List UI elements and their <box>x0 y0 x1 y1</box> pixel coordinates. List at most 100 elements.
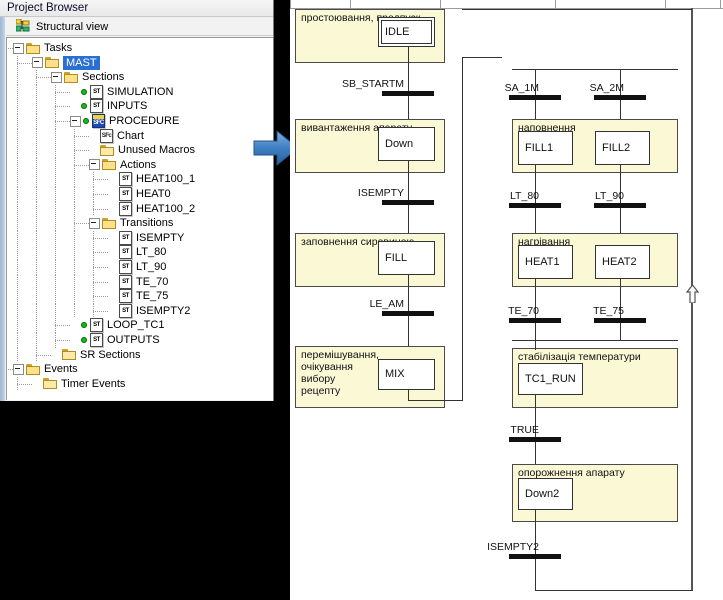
tree-guide-line <box>74 223 89 225</box>
tree-item-tasks[interactable]: Tasks <box>13 41 72 55</box>
tree-guide-line <box>17 84 18 100</box>
structural-view-row[interactable]: Structural view <box>6 18 273 36</box>
sfc-chart-icon: SFc <box>100 128 113 143</box>
tree-item-inputs[interactable]: ST INPUTS <box>70 99 147 114</box>
collapse-icon[interactable] <box>89 159 100 171</box>
transition-bar-le_am[interactable] <box>382 311 434 316</box>
sfc-link <box>535 590 693 591</box>
tree-item-isempty2[interactable]: ST ISEMPTY2 <box>108 303 190 318</box>
tree-item-sections[interactable]: Sections <box>51 70 124 84</box>
macro-caption: перемішування, очікування вибору рецепту <box>301 349 379 397</box>
tree-guide-line <box>93 310 108 312</box>
folder-icon <box>100 144 114 156</box>
tree-item-lt-80[interactable]: ST LT_80 <box>108 245 166 260</box>
st-section-icon: ST <box>90 318 103 333</box>
tree-guide-line <box>93 296 108 298</box>
sfc-step-down[interactable]: Down <box>378 127 435 161</box>
sfc-step-mix[interactable]: MIX <box>378 359 435 390</box>
tree-item-isempty[interactable]: ST ISEMPTY <box>108 230 184 245</box>
tree-guide-line <box>55 325 70 327</box>
sfc-step-tc1_run[interactable]: TC1_RUN <box>518 363 583 395</box>
step-name: FILL <box>385 251 408 264</box>
sfc-step-fill[interactable]: FILL <box>378 241 435 275</box>
tree-item-actions[interactable]: Actions <box>89 158 156 172</box>
tree-guide-line <box>74 289 75 304</box>
tree-guide-line <box>55 274 56 290</box>
transition-label: SB_STARTM <box>341 78 404 90</box>
tree-item-label: MAST <box>63 55 100 70</box>
tree-item-mast[interactable]: MAST <box>32 55 100 70</box>
tree-item-sr-sections[interactable]: SR Sections <box>51 348 141 362</box>
tree-guide-line <box>17 347 18 363</box>
project-browser-panel: Project Browser Structural view Tasks MAS… <box>0 0 274 401</box>
collapse-icon[interactable] <box>51 71 62 83</box>
sfc-step-fill1[interactable]: FILL1 <box>518 131 573 165</box>
tree-item-heat0[interactable]: ST HEAT0 <box>108 187 171 201</box>
project-tree[interactable]: Tasks MAST Sections ST SIMULATION ST INPUTS SFC… <box>6 37 273 400</box>
tree-guide-line <box>74 172 75 187</box>
section-status-dot-icon <box>81 322 87 329</box>
tree-item-loop-tc1[interactable]: ST LOOP_TC1 <box>70 318 164 333</box>
tree-guide-line <box>36 172 37 187</box>
collapse-icon[interactable] <box>89 217 100 229</box>
tree-item-te-75[interactable]: ST TE_75 <box>108 289 168 304</box>
tree-item-label: Sections <box>82 71 125 84</box>
sfc-step-heat2[interactable]: HEAT2 <box>595 245 650 279</box>
sfc-step-down2[interactable]: Down2 <box>518 478 573 510</box>
collapse-icon[interactable] <box>32 57 43 69</box>
folder-open-icon <box>45 57 59 69</box>
tree-item-timer-events[interactable]: Timer Events <box>32 377 125 391</box>
sfc-link <box>462 9 692 10</box>
sfc-step-fill2[interactable]: FILL2 <box>595 131 650 165</box>
tree-guide-line <box>36 143 37 158</box>
tree-item-outputs[interactable]: ST OUTPUTS <box>70 333 160 347</box>
tree-item-procedure[interactable]: SFC PROCEDURE <box>70 114 179 128</box>
tree-guide-line <box>17 201 18 217</box>
ruler-tick <box>350 0 351 8</box>
tree-item-unused-macros[interactable]: Unused Macros <box>89 143 195 157</box>
tree-guide-line <box>17 128 18 144</box>
tree-guide-line <box>17 172 18 187</box>
tree-guide-line <box>74 303 75 319</box>
step-name: MIX <box>385 368 405 380</box>
tree-guide-line <box>36 216 37 231</box>
st-section-icon: ST <box>119 172 132 187</box>
parallel-divergence-line <box>512 69 678 70</box>
tree-item-heat100-2[interactable]: ST HEAT100_2 <box>108 201 195 216</box>
collapse-icon[interactable] <box>13 42 24 54</box>
transition-bar-isempty[interactable] <box>382 200 434 205</box>
tree-guide-line <box>55 289 56 304</box>
tree-item-simulation[interactable]: ST SIMULATION <box>70 84 173 99</box>
tree-guide-line <box>36 157 37 173</box>
tree-item-chart[interactable]: SFc Chart <box>89 128 144 143</box>
tree-guide-line <box>17 260 18 275</box>
collapse-icon[interactable] <box>70 115 81 127</box>
tree-guide-line <box>36 289 37 304</box>
tree-item-te-70[interactable]: ST TE_70 <box>108 274 168 289</box>
sfc-step-idle[interactable]: IDLE <box>378 17 435 47</box>
tree-item-label: Tasks <box>44 42 73 54</box>
tree-guide-line <box>74 187 75 202</box>
sfc-chart-canvas[interactable]: простоювання, предпуск IDLE SB_STARTM виван… <box>290 0 723 600</box>
tree-guide-line <box>93 267 108 268</box>
collapse-icon[interactable] <box>13 363 24 375</box>
tree-item-events[interactable]: Events <box>13 362 78 376</box>
tree-item-lt-90[interactable]: ST LT_90 <box>108 260 166 274</box>
sfc-link <box>408 400 462 401</box>
tree-item-transitions[interactable]: Transitions <box>89 216 173 230</box>
tree-guide-line <box>93 179 108 181</box>
tree-guide-line <box>74 135 89 137</box>
sfc-section-icon: SFC <box>92 114 105 128</box>
tree-item-heat100-1[interactable]: ST HEAT100_1 <box>108 172 195 187</box>
tree-guide-line <box>74 201 75 217</box>
sfc-step-heat1[interactable]: HEAT1 <box>518 245 573 279</box>
transition-bar-sb_startm[interactable] <box>382 91 434 96</box>
tree-guide-line <box>36 260 37 275</box>
tree-guide-line <box>36 128 37 144</box>
tree-guide-line <box>36 318 37 333</box>
tree-guide-line <box>17 303 18 319</box>
